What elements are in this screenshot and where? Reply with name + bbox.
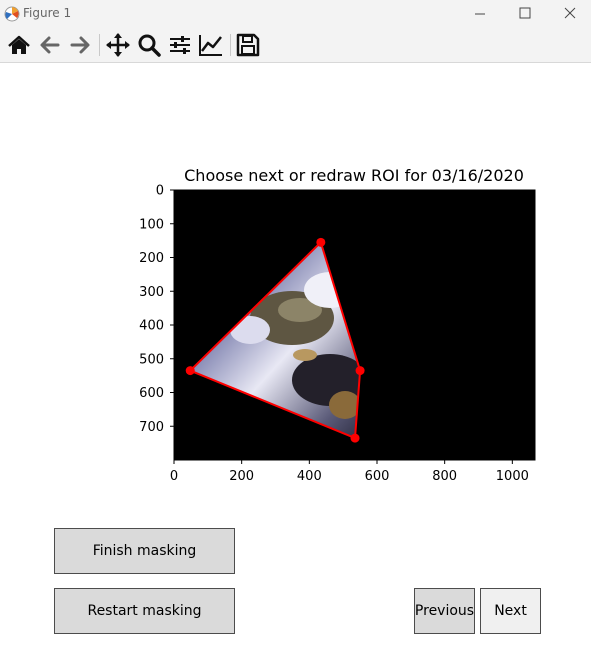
roi-vertex[interactable] — [350, 433, 360, 443]
y-tick-label: 100 — [139, 217, 164, 232]
back-arrow-icon[interactable] — [36, 31, 64, 59]
x-tick-label: 0 — [170, 469, 178, 484]
roi-vertex[interactable] — [355, 366, 365, 376]
y-tick-label: 400 — [139, 319, 164, 334]
y-tick-label: 0 — [156, 184, 164, 199]
minimize-icon[interactable] — [457, 0, 503, 28]
home-icon[interactable] — [5, 31, 33, 59]
y-tick-label: 300 — [139, 285, 164, 300]
y-tick-label: 500 — [139, 352, 164, 367]
configure-subplots-icon[interactable] — [166, 31, 194, 59]
toolbar-separator — [99, 34, 100, 56]
x-tick-label: 1000 — [496, 469, 529, 484]
previous-button[interactable]: Previous — [414, 588, 475, 634]
y-tick-label: 200 — [139, 251, 164, 266]
edit-axis-icon[interactable] — [197, 31, 225, 59]
save-icon[interactable] — [234, 31, 262, 59]
maximize-icon[interactable] — [502, 0, 548, 28]
y-tick-label: 600 — [139, 386, 164, 401]
toolbar-separator — [230, 34, 231, 56]
x-tick-label: 800 — [432, 469, 457, 484]
plot-title: Choose next or redraw ROI for 03/16/2020 — [184, 166, 524, 185]
roi-vertex[interactable] — [185, 366, 195, 376]
window-title: Figure 1 — [23, 6, 72, 20]
roi-vertex[interactable] — [316, 237, 326, 247]
title-bar: Figure 1 — [0, 0, 591, 28]
pan-icon[interactable] — [104, 31, 132, 59]
zoom-icon[interactable] — [135, 31, 163, 59]
figure-canvas: Choose next or redraw ROI for 03/16/2020… — [0, 63, 591, 660]
finish-masking-button[interactable]: Finish masking — [54, 528, 235, 574]
restart-masking-button[interactable]: Restart masking — [54, 588, 235, 634]
x-tick-label: 600 — [365, 469, 390, 484]
matplotlib-logo-icon — [4, 6, 20, 22]
y-tick-label: 700 — [139, 420, 164, 435]
close-icon[interactable] — [546, 0, 591, 28]
navigation-toolbar — [0, 28, 591, 63]
forward-arrow-icon[interactable] — [66, 31, 94, 59]
x-tick-label: 400 — [297, 469, 322, 484]
next-button[interactable]: Next — [480, 588, 541, 634]
x-tick-label: 200 — [229, 469, 254, 484]
